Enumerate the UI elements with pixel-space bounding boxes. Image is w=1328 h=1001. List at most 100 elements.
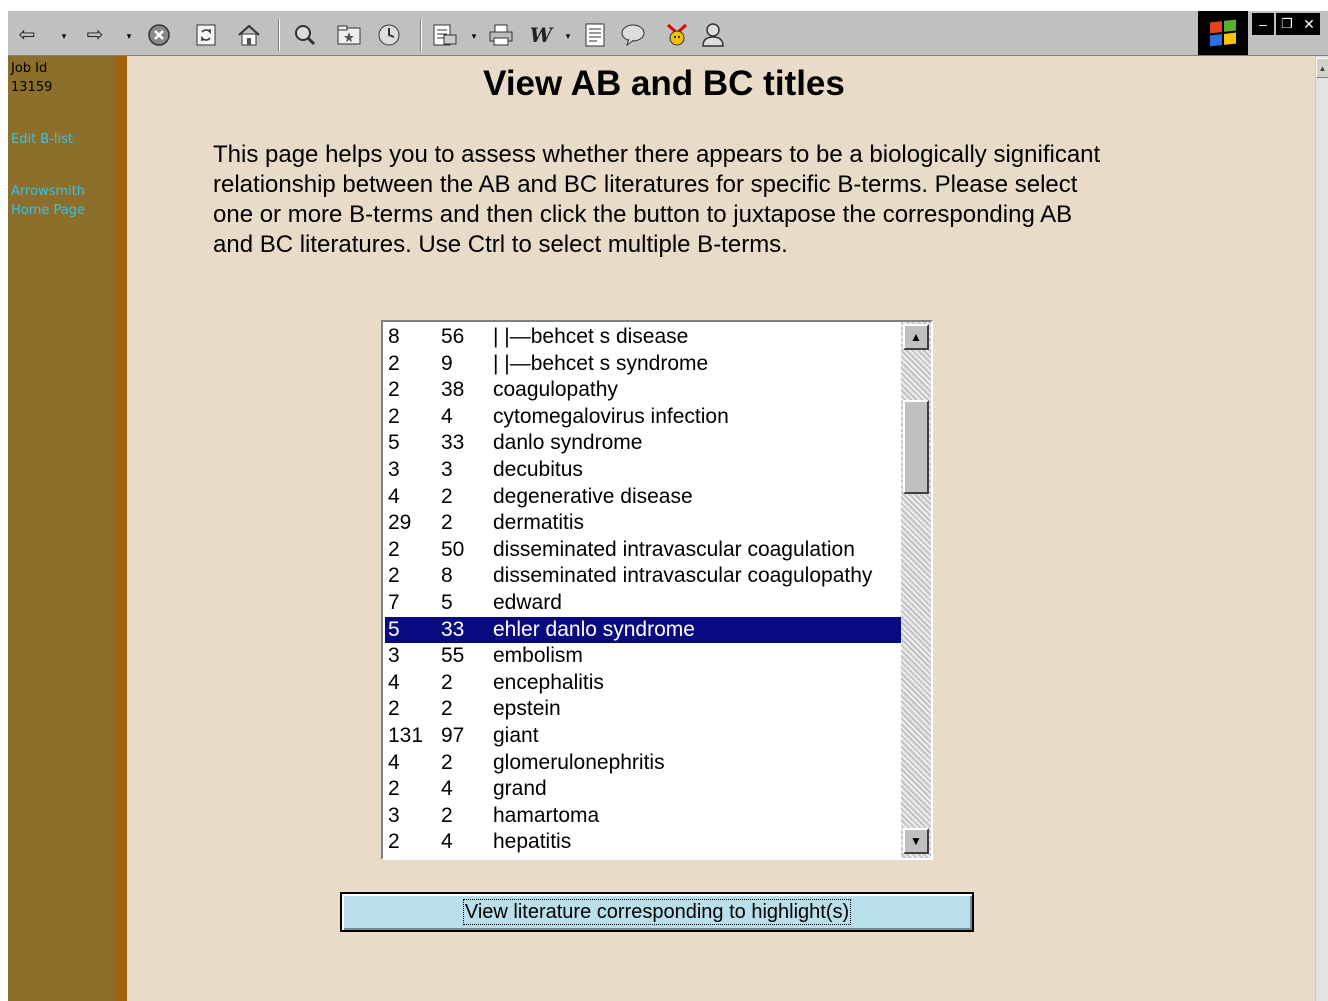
refresh-icon[interactable]: [193, 22, 219, 48]
ab-count: 131: [388, 724, 424, 747]
toolbar-separator: [420, 19, 422, 51]
ab-count: 2: [388, 777, 400, 801]
print-icon[interactable]: [488, 22, 514, 48]
bterm-label: epstein: [493, 697, 561, 721]
sidebar-edge: [116, 56, 127, 1001]
list-item[interactable]: 2 4 hepatitis: [385, 829, 901, 856]
ab-count: 2: [388, 697, 400, 721]
back-arrow-icon[interactable]: ⇦: [14, 22, 40, 48]
ab-count: 4: [388, 484, 400, 508]
ab-count: 5: [388, 431, 400, 455]
list-item[interactable]: 7 5 edward: [385, 590, 901, 617]
scroll-thumb[interactable]: [903, 400, 929, 494]
bc-count: 2: [441, 670, 453, 694]
list-item[interactable]: 3 3 decubitus: [385, 457, 901, 484]
bc-count: 55: [441, 644, 465, 668]
list-item[interactable]: 4 2 encephalitis: [385, 670, 901, 697]
list-item[interactable]: 2 50 disseminated intravascular coagulatio…: [385, 537, 901, 564]
list-item[interactable]: 8 56 | |—behcet s disease: [385, 324, 901, 351]
bterm-label: giant: [493, 724, 539, 747]
history-icon[interactable]: [376, 22, 402, 48]
search-icon[interactable]: [292, 22, 318, 48]
arrowsmith-home-link[interactable]: Arrowsmith Home Page: [11, 182, 115, 220]
view-literature-button-label: View literature corresponding to highlig…: [462, 899, 852, 925]
scroll-up-button[interactable]: ▲: [903, 324, 929, 350]
ab-count: 2: [388, 830, 400, 854]
ab-count: 2: [388, 564, 400, 588]
favorites-icon[interactable]: [336, 22, 362, 48]
bterm-label: coagulopathy: [493, 378, 618, 402]
list-item[interactable]: 29 2 dermatitis: [385, 510, 901, 537]
bterm-label: grand: [493, 777, 547, 801]
view-literature-button[interactable]: View literature corresponding to highlig…: [340, 892, 974, 932]
bterm-label: | |—behcet s syndrome: [493, 351, 709, 375]
bterm-label: ehler danlo syndrome: [493, 617, 695, 641]
bc-count: 5: [441, 591, 453, 614]
ab-count: 3: [388, 644, 400, 668]
list-item[interactable]: 4 2 degenerative disease: [385, 484, 901, 511]
list-item[interactable]: 3 55 embolism: [385, 643, 901, 670]
page-scroll-up-button[interactable]: ▲: [1316, 58, 1328, 78]
forward-arrow-icon[interactable]: ⇨: [82, 22, 108, 48]
list-item[interactable]: 131 97 giant: [385, 723, 901, 750]
job-id: Job Id 13159: [11, 59, 52, 97]
bc-count: 4: [441, 777, 453, 801]
ab-count: 2: [388, 404, 400, 428]
bterm-label: decubitus: [493, 458, 583, 481]
forward-dropdown-icon[interactable]: ▾: [125, 32, 133, 41]
ab-count: 2: [388, 537, 400, 561]
list-item[interactable]: 2 4 grand: [385, 776, 901, 803]
list-item[interactable]: 4 2 glomerulonephritis: [385, 750, 901, 777]
page-scrollbar[interactable]: [1315, 56, 1328, 1001]
ab-count: 3: [388, 458, 400, 481]
user-icon[interactable]: [700, 22, 726, 48]
bterm-label: disseminated intravascular coagulation: [493, 537, 855, 561]
word-icon[interactable]: W: [528, 22, 554, 48]
discuss-icon[interactable]: [620, 22, 646, 48]
list-item-selected[interactable]: 5 33 ehler danlo syndrome: [385, 616, 901, 644]
list-item[interactable]: 2 38 coagulopathy: [385, 377, 901, 404]
intro-text: This page helps you to assess whether th…: [213, 141, 1101, 258]
bterm-list[interactable]: 8 56 | |—behcet s disease 2 9 | |—behcet s sy…: [383, 322, 901, 858]
scroll-down-button[interactable]: ▼: [903, 828, 929, 854]
list-item[interactable]: 5 33 danlo syndrome: [385, 430, 901, 457]
ab-count: 8: [388, 325, 400, 348]
bterm-label: danlo syndrome: [493, 431, 643, 455]
edit-icon[interactable]: [582, 22, 608, 48]
ab-count: 3: [388, 803, 400, 827]
bc-count: 33: [441, 431, 465, 455]
edit-dropdown-icon[interactable]: ▾: [564, 32, 572, 41]
ab-count: 4: [388, 750, 400, 774]
close-icon[interactable]: ✕: [1298, 13, 1320, 35]
mail-dropdown-icon[interactable]: ▾: [470, 32, 478, 41]
mail-icon[interactable]: [432, 22, 458, 48]
ab-count: 2: [388, 351, 400, 375]
edit-blist-link[interactable]: Edit B-list: [11, 130, 73, 149]
bc-count: 9: [441, 351, 453, 375]
list-item[interactable]: 2 9 | |—behcet s syndrome: [385, 351, 901, 378]
ab-count: 4: [388, 670, 400, 694]
list-item[interactable]: 3 2 hamartoma: [385, 803, 901, 830]
job-id-value: 13159: [11, 80, 53, 95]
bc-count: 2: [441, 697, 453, 721]
bterm-label: disseminated intravascular coagulopathy: [493, 564, 873, 588]
bterm-label: edward: [493, 591, 562, 614]
stop-icon[interactable]: [146, 22, 172, 48]
restore-icon[interactable]: ❐: [1276, 13, 1298, 35]
bc-count: 4: [441, 830, 453, 854]
bterm-listbox[interactable]: 8 56 | |—behcet s disease 2 9 | |—behcet s sy…: [381, 320, 933, 860]
list-item[interactable]: 2 2 epstein: [385, 696, 901, 723]
messenger-icon[interactable]: [664, 22, 690, 48]
back-dropdown-icon[interactable]: ▾: [60, 32, 68, 41]
list-item[interactable]: 2 8 disseminated intravascular coagulopath…: [385, 563, 901, 590]
toolbar-separator: [278, 19, 280, 51]
page-title: View AB and BC titles: [483, 64, 845, 103]
list-item[interactable]: 2 4 cytomegalovirus infection: [385, 404, 901, 431]
listbox-scrollbar[interactable]: ▲ ▼: [901, 322, 931, 858]
left-sidebar: Job Id 13159 Edit B-list Arrowsmith Home…: [8, 56, 116, 1001]
bc-count: 2: [441, 803, 453, 827]
home-icon[interactable]: [236, 22, 262, 48]
minimize-icon[interactable]: –: [1252, 13, 1274, 35]
bc-count: 2: [441, 484, 453, 508]
main-content: View AB and BC titles This page helps yo…: [127, 56, 1315, 1001]
